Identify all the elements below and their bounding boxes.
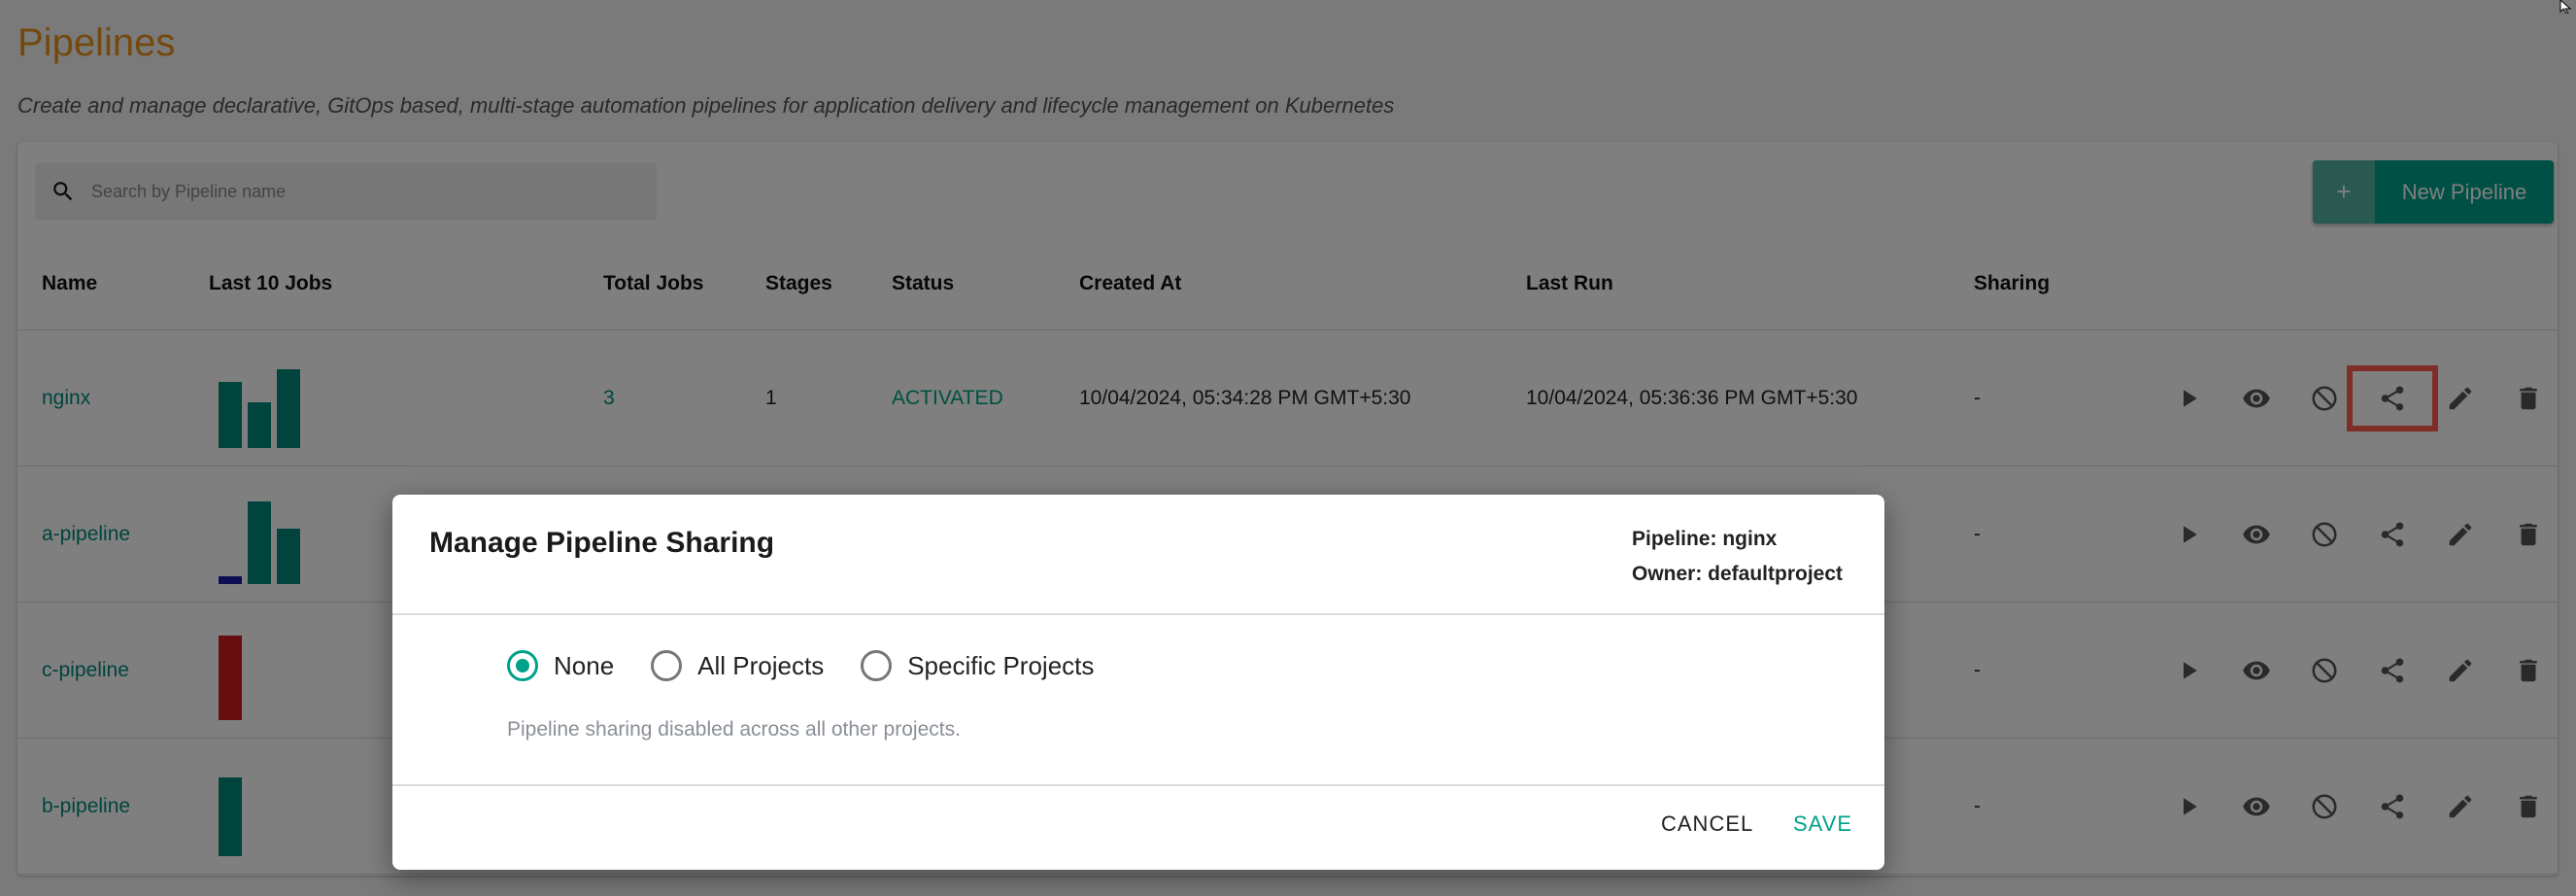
radio-unchecked-icon xyxy=(651,650,683,681)
dialog-body: None All Projects Specific Projects Pipe… xyxy=(392,615,1884,786)
owner-label: Owner: defaultproject xyxy=(1632,563,1844,585)
radio-label: All Projects xyxy=(697,650,825,680)
radio-specific-projects[interactable]: Specific Projects xyxy=(861,650,1094,681)
dialog-meta: Pipeline: nginx Owner: defaultproject xyxy=(1632,522,1843,592)
radio-all-projects[interactable]: All Projects xyxy=(651,650,824,681)
radio-none[interactable]: None xyxy=(507,650,614,681)
manage-sharing-dialog: Manage Pipeline Sharing Pipeline: nginx … xyxy=(392,495,1884,870)
mouse-cursor-icon xyxy=(2559,0,2572,14)
radio-unchecked-icon xyxy=(861,650,893,681)
pipeline-name-label: Pipeline: nginx xyxy=(1632,528,1778,550)
radio-label: None xyxy=(554,650,615,680)
sharing-radio-group: None All Projects Specific Projects xyxy=(507,650,1131,681)
save-button[interactable]: SAVE xyxy=(1793,811,1852,837)
dialog-title: Manage Pipeline Sharing xyxy=(429,527,775,559)
cancel-button[interactable]: CANCEL xyxy=(1661,811,1753,837)
dialog-header: Manage Pipeline Sharing Pipeline: nginx … xyxy=(392,495,1884,615)
helper-text: Pipeline sharing disabled across all oth… xyxy=(507,718,961,741)
radio-checked-icon xyxy=(507,650,538,681)
radio-label: Specific Projects xyxy=(907,650,1095,680)
dialog-footer: CANCEL SAVE xyxy=(392,786,1884,868)
